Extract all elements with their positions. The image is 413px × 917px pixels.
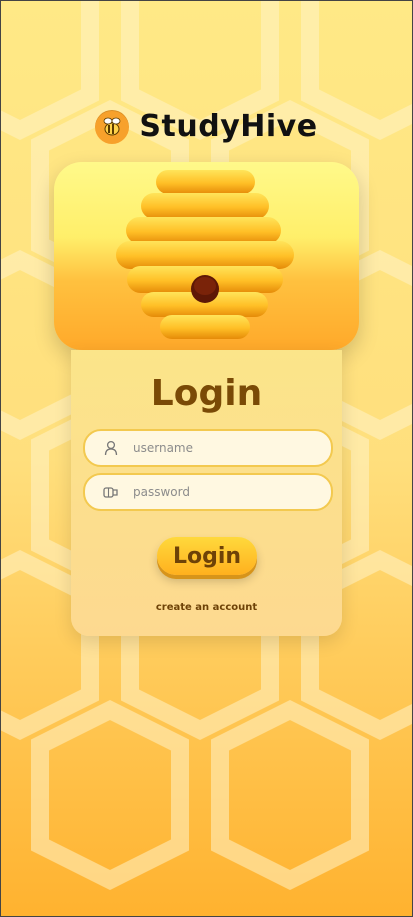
brand-header: StudyHive <box>0 109 413 144</box>
beehive-icon <box>116 170 294 339</box>
login-button[interactable]: Login <box>157 537 257 575</box>
password-input[interactable] <box>131 484 315 500</box>
username-field[interactable] <box>83 429 333 467</box>
login-title: Login <box>150 373 263 414</box>
username-input[interactable] <box>131 440 315 456</box>
bee-icon <box>95 109 130 144</box>
create-account-link[interactable]: create an account <box>0 602 413 613</box>
user-icon <box>97 434 125 462</box>
password-field[interactable] <box>83 473 333 511</box>
hero-banner <box>54 162 359 350</box>
lock-icon <box>97 478 125 506</box>
brand-name: StudyHive <box>139 109 318 144</box>
